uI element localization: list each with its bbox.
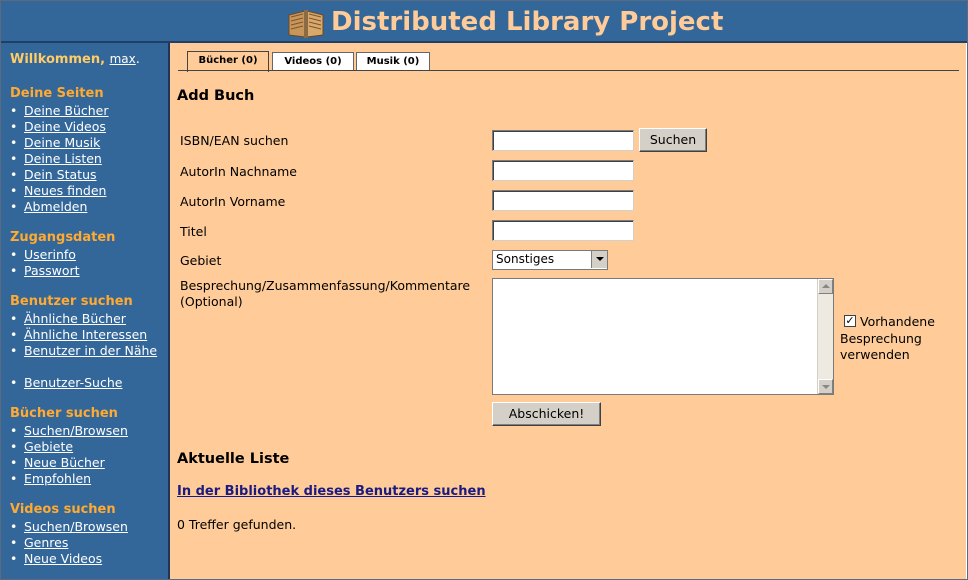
site-header: Distributed Library Project bbox=[1, 1, 967, 43]
nav-item-passwort[interactable]: • Passwort bbox=[10, 263, 80, 278]
review-label: Besprechung/Zusammenfassung/Kommentare bbox=[180, 278, 471, 293]
result-count-text: 0 Treffer gefunden. bbox=[177, 517, 297, 532]
section-heading-deine-seiten: Deine Seiten bbox=[10, 86, 104, 101]
author-first-name-input[interactable] bbox=[492, 190, 634, 211]
review-optional-label: (Optional) bbox=[180, 294, 243, 309]
nav-item-neues-finden[interactable]: • Neues finden bbox=[10, 183, 106, 198]
nav-item-aehnliche-buecher[interactable]: • Ähnliche Bücher bbox=[10, 311, 126, 326]
section-heading-buecher-suchen: Bücher suchen bbox=[10, 406, 118, 421]
gebiet-select[interactable]: Sonstiges bbox=[492, 250, 608, 270]
isbn-input[interactable] bbox=[492, 130, 634, 151]
form-heading: Add Buch bbox=[177, 88, 255, 104]
nav-item-empfohlen[interactable]: • Empfohlen bbox=[10, 471, 91, 486]
current-list-heading: Aktuelle Liste bbox=[177, 451, 290, 467]
submit-button[interactable]: Abschicken! bbox=[492, 402, 601, 426]
nav-item-videos-suchen-browsen[interactable]: • Suchen/Browsen bbox=[10, 519, 128, 534]
nav-item-abmelden[interactable]: • Abmelden bbox=[10, 199, 87, 214]
nav-item-deine-videos[interactable]: • Deine Videos bbox=[10, 119, 106, 134]
checkbox-label-line1: Vorhandene bbox=[860, 314, 935, 329]
nav-item-neue-videos[interactable]: • Neue Videos bbox=[10, 551, 102, 566]
tab-musik[interactable]: Musik (0) bbox=[356, 52, 430, 71]
nav-item-dein-status[interactable]: • Dein Status bbox=[10, 167, 97, 182]
chevron-down-icon[interactable] bbox=[591, 251, 607, 268]
username-link[interactable]: max bbox=[110, 52, 136, 66]
nav-item-buecher-suchen-browsen[interactable]: • Suchen/Browsen bbox=[10, 423, 128, 438]
welcome-text: Willkommen, max. bbox=[10, 52, 140, 67]
section-heading-benutzer-suchen: Benutzer suchen bbox=[10, 294, 133, 309]
nav-item-genres[interactable]: • Genres bbox=[10, 535, 68, 550]
nav-item-benutzer-in-der-naehe[interactable]: • Benutzer in der Nähe bbox=[10, 343, 157, 358]
author-first-name-label: AutorIn Vorname bbox=[180, 194, 286, 209]
checkbox-label-line2: Besprechung bbox=[840, 331, 922, 346]
section-heading-videos-suchen: Videos suchen bbox=[10, 502, 116, 517]
nav-item-aehnliche-interessen[interactable]: • Ähnliche Interessen bbox=[10, 327, 147, 342]
author-last-name-input[interactable] bbox=[492, 160, 634, 181]
review-textarea[interactable] bbox=[492, 278, 834, 395]
tab-underline bbox=[178, 70, 959, 71]
gebiet-label: Gebiet bbox=[180, 253, 222, 268]
nav-item-gebiete[interactable]: • Gebiete bbox=[10, 439, 73, 454]
tab-buecher[interactable]: Bücher (0) bbox=[187, 51, 269, 72]
tab-videos[interactable]: Videos (0) bbox=[272, 52, 354, 71]
nav-item-userinfo[interactable]: • Userinfo bbox=[10, 247, 76, 262]
nav-item-deine-musik[interactable]: • Deine Musik bbox=[10, 135, 100, 150]
site-title: Distributed Library Project bbox=[331, 7, 724, 37]
author-last-name-label: AutorIn Nachname bbox=[180, 164, 297, 179]
isbn-label: ISBN/EAN suchen bbox=[180, 133, 289, 148]
title-label: Titel bbox=[180, 224, 207, 239]
open-book-icon bbox=[288, 10, 324, 38]
checkbox-label-line3: verwenden bbox=[840, 347, 910, 362]
nav-item-benutzer-suche[interactable]: • Benutzer-Suche bbox=[10, 375, 122, 390]
main-content: Bücher (0) Videos (0) Musik (0) Add Buch… bbox=[170, 43, 966, 579]
sidebar: Willkommen, max. Deine Seiten • Deine Büc… bbox=[1, 43, 170, 579]
search-button[interactable]: Suchen bbox=[639, 128, 707, 152]
nav-item-deine-listen[interactable]: • Deine Listen bbox=[10, 151, 102, 166]
section-heading-zugangsdaten: Zugangsdaten bbox=[10, 230, 116, 245]
nav-item-neue-buecher[interactable]: • Neue Bücher bbox=[10, 455, 105, 470]
search-library-link[interactable]: In der Bibliothek dieses Benutzers suche… bbox=[177, 484, 486, 499]
welcome-suffix: . bbox=[135, 52, 140, 67]
scroll-up-icon[interactable] bbox=[818, 279, 833, 294]
nav-item-deine-buecher[interactable]: • Deine Bücher bbox=[10, 103, 109, 118]
title-input[interactable] bbox=[492, 220, 634, 241]
review-scrollbar[interactable] bbox=[817, 279, 833, 394]
gebiet-selected-value: Sonstiges bbox=[496, 252, 555, 266]
welcome-label: Willkommen, bbox=[10, 52, 106, 67]
use-existing-review-checkbox[interactable]: ✓ bbox=[844, 315, 856, 327]
scroll-down-icon[interactable] bbox=[818, 379, 833, 394]
